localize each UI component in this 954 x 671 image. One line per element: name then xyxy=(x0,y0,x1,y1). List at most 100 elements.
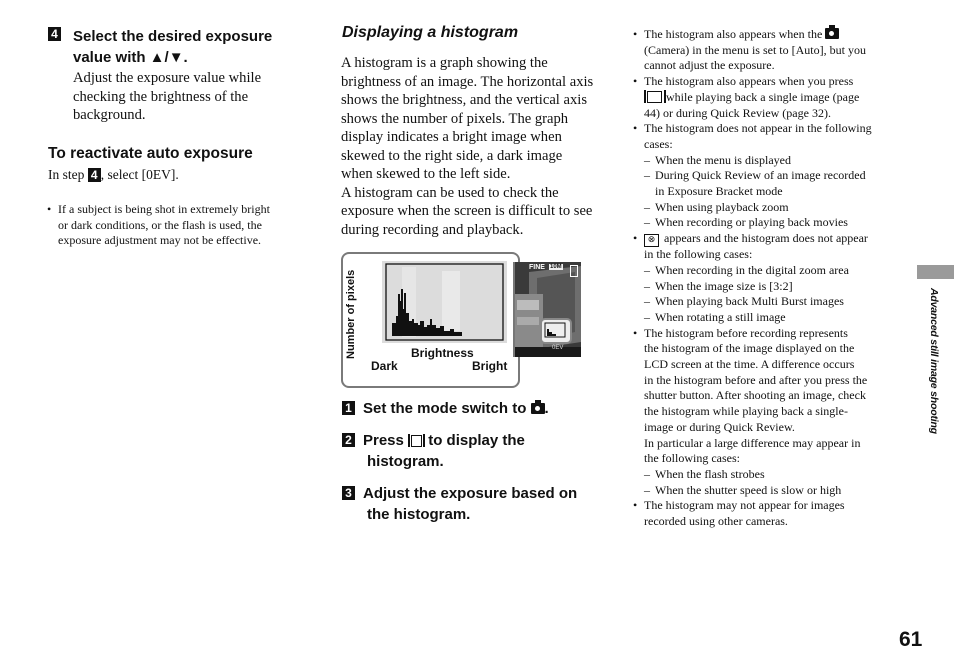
note-line: or dark conditions, or the flash is used… xyxy=(58,217,262,232)
dash-text: When recording in the digital zoom area xyxy=(655,262,849,277)
note-line: shutter button. After shooting an image,… xyxy=(644,388,866,403)
note-line: cannot adjust the exposure. xyxy=(644,58,775,73)
note-line: recorded using other cameras. xyxy=(644,514,788,529)
dash-item: – When rotating a still image xyxy=(644,309,786,324)
dash-text: When rotating a still image xyxy=(655,309,786,324)
lcd-ev-label: 0EV xyxy=(552,345,564,351)
paragraph-line: when skewed to the left side. xyxy=(341,166,511,182)
mini-histogram-graph xyxy=(544,322,566,338)
dash-text: When recording or playing back movies xyxy=(655,215,848,230)
note-line: in the histogram before and after you pr… xyxy=(644,372,868,387)
paragraph-line: exposure when the screen is difficult to… xyxy=(341,203,593,219)
dark-label: Dark xyxy=(371,359,398,373)
chapter-label: Advanced still image shooting xyxy=(928,288,940,434)
dash-item: – During Quick Review of an image recorde… xyxy=(644,168,866,183)
step-3-line2: the histogram. xyxy=(367,506,471,523)
battery-icon xyxy=(570,265,578,277)
bright-label: Bright xyxy=(472,359,508,373)
reactivate-text: In step 4, select [0EV]. xyxy=(48,166,179,185)
dash-text: During Quick Review of an image recorded xyxy=(655,168,866,183)
step-3: 3 Adjust the exposure based on the histog… xyxy=(342,483,612,525)
note-line: image or during Quick Review. xyxy=(644,419,795,434)
note-line: cases: xyxy=(644,136,673,151)
lcd-screen-photo: FINE 10M 0EV xyxy=(513,262,581,357)
paragraph-line: skewed to the right side, a dark image xyxy=(341,147,563,164)
dash-text: in Exposure Bracket mode xyxy=(655,184,783,199)
dash-item: – When using playback zoom xyxy=(644,199,789,214)
reactivate-text-before: In step xyxy=(48,167,88,182)
step-4-title-line2: value with ▲/▼. xyxy=(73,49,188,66)
dash-item: – When the image size is [3:2] xyxy=(644,278,793,293)
note-line: The histogram does not appear in the fol… xyxy=(644,121,872,136)
note-item: ⊗ appears and the histogram does not app… xyxy=(632,231,902,326)
step-4-section: 4 Select the desired exposure value with… xyxy=(48,26,318,125)
step-1-text: Set the mode switch to xyxy=(363,400,527,417)
dash-item: – When the shutter speed is slow or high xyxy=(644,482,842,497)
y-axis-label: Number of pixels xyxy=(345,269,357,360)
dash-text: When the menu is displayed xyxy=(655,152,791,167)
note-line: the following cases: xyxy=(644,451,740,466)
step-number-badge: 4 xyxy=(48,27,61,41)
dash-item: – When the flash strobes xyxy=(644,466,765,481)
reactivate-heading: To reactivate auto exposure xyxy=(48,145,253,162)
note-line: the histogram of the image displayed on … xyxy=(644,341,855,356)
step-ref-badge: 4 xyxy=(87,167,101,182)
x-axis-label: Brightness xyxy=(411,346,474,360)
step-4-body: Adjust the exposure value while checking… xyxy=(48,69,318,125)
body-line: background. xyxy=(73,107,146,123)
chapter-tab-marker xyxy=(917,265,954,279)
step-number-badge: 3 xyxy=(342,486,355,501)
note-item: The histogram also appears when the (Cam… xyxy=(632,25,902,74)
histogram-screen xyxy=(382,261,507,343)
note-line: 44) or during Quick Review (page 32). xyxy=(644,105,831,120)
step-1-end: . xyxy=(544,400,549,417)
note-line: appears and the histogram does not appea… xyxy=(664,231,868,246)
step-4-title-line1: Select the desired exposure xyxy=(73,28,273,45)
step-number-badge: 2 xyxy=(342,433,355,448)
paragraph-line: display indicates a bright image when xyxy=(341,129,562,145)
note-line: The histogram before recording represent… xyxy=(644,325,848,340)
note-line: If a subject is being shot in extremely … xyxy=(58,202,270,216)
dash-text: When using playback zoom xyxy=(655,199,789,214)
dash-text: When playing back Multi Burst images xyxy=(655,294,844,309)
note-line: The histogram also appears when the xyxy=(644,27,823,41)
camera-icon xyxy=(530,400,545,414)
note-item: The histogram does not appear in the fol… xyxy=(632,121,902,231)
step-2-text-post: to display the xyxy=(428,432,525,449)
step-2-text-pre: Press xyxy=(363,432,404,449)
note-item: The histogram before recording represent… xyxy=(632,326,902,499)
step-2-line2: histogram. xyxy=(367,453,444,470)
left-notes: If a subject is being shot in extremely … xyxy=(46,202,306,249)
lcd-image-size: 10M xyxy=(549,264,563,270)
note-item: If a subject is being shot in extremely … xyxy=(46,202,306,249)
camera-icon xyxy=(825,25,840,39)
step-2: 2 Press to display the histogram. xyxy=(342,430,612,472)
histogram-graph xyxy=(382,261,507,343)
dash-text: When the flash strobes xyxy=(655,466,765,481)
reactivate-text-after: , select [0EV]. xyxy=(100,167,179,182)
note-line: The histogram may not appear for images xyxy=(644,498,845,513)
note-line: LCD screen at the time. A difference occ… xyxy=(644,357,855,372)
note-line: the histogram while playing back a singl… xyxy=(644,404,848,419)
step-3-text: Adjust the exposure based on xyxy=(363,485,578,502)
dash-text: When the image size is [3:2] xyxy=(655,278,793,293)
dash-item: – When playing back Multi Burst images xyxy=(644,294,844,309)
right-notes: The histogram also appears when the (Cam… xyxy=(632,25,902,530)
page-number: 61 xyxy=(899,628,923,651)
lcd-quality-label: FINE xyxy=(529,264,545,271)
note-line: while playing back a single image (page xyxy=(666,89,860,104)
note-line: (Camera) in the menu is set to [Auto], b… xyxy=(644,42,866,57)
histogram-paragraph: A histogram is a graph showing the brigh… xyxy=(341,54,606,239)
note-line: In particular a large difference may app… xyxy=(644,435,861,450)
step-number-badge: 1 xyxy=(342,401,355,416)
dash-item: – When recording in the digital zoom area xyxy=(644,262,849,277)
body-line: Adjust the exposure value while xyxy=(73,70,262,86)
lcd-mini-histogram xyxy=(540,318,572,344)
note-item: The histogram may not appear for images … xyxy=(632,498,902,529)
note-line: in the following cases: xyxy=(644,247,753,262)
dash-text: When the shutter speed is slow or high xyxy=(655,482,842,497)
dash-item: – When recording or playing back movies xyxy=(644,215,848,230)
note-line: exposure adjustment may not be effective… xyxy=(58,233,262,248)
paragraph-line: during recording and playback. xyxy=(341,221,524,238)
paragraph-line: shows the brightness, and the vertical a… xyxy=(341,92,588,108)
